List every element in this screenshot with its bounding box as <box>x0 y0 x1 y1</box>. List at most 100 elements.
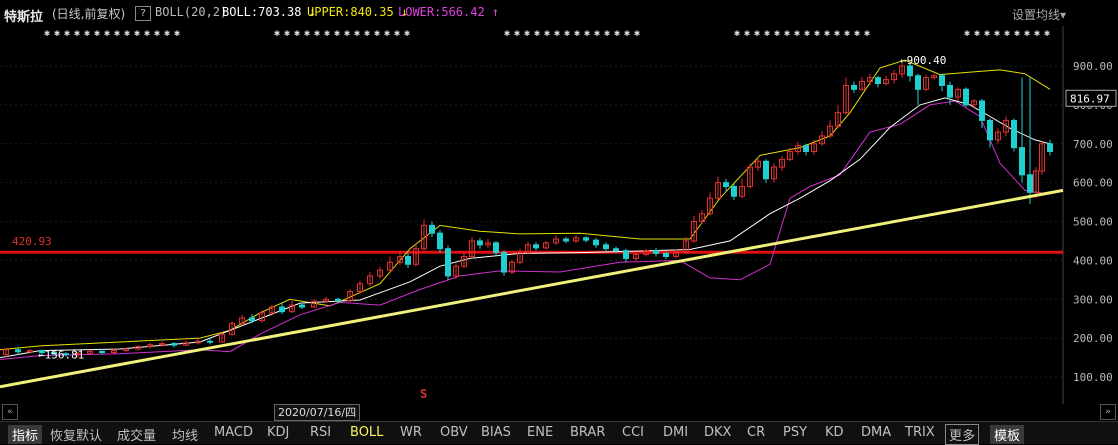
signal-marker: ✱ <box>734 28 740 39</box>
y-tick-label: 200.00 <box>1073 332 1113 345</box>
candle-body <box>803 145 809 153</box>
tab-restore[interactable]: 恢复默认 <box>50 425 102 444</box>
signal-marker: ✱ <box>834 28 840 39</box>
tab-cr[interactable]: CR <box>747 425 765 440</box>
candle-body <box>851 84 857 90</box>
candle-body <box>947 84 953 98</box>
candle-body <box>477 240 483 246</box>
tab-macd[interactable]: MACD <box>214 425 253 440</box>
signal-marker: ✱ <box>634 28 640 39</box>
tab-dkx[interactable]: DKX <box>704 425 731 440</box>
candle-body <box>335 298 341 302</box>
signal-marker: ✱ <box>504 28 510 39</box>
tab-boll[interactable]: BOLL <box>350 425 383 440</box>
signal-marker: ✱ <box>994 28 1000 39</box>
y-tick-label: 400.00 <box>1073 254 1113 267</box>
signal-marker: ✱ <box>1034 28 1040 39</box>
tab-wr[interactable]: WR <box>400 425 422 440</box>
signal-marker: ✱ <box>554 28 560 39</box>
tab-volume[interactable]: 成交量 <box>117 425 156 444</box>
signal-marker: ✱ <box>284 28 290 39</box>
signal-marker: ✱ <box>624 28 630 39</box>
candle-body <box>1011 119 1017 149</box>
candle-body <box>533 244 539 249</box>
tab-dmi[interactable]: DMI <box>663 425 688 440</box>
candle-body <box>493 242 499 254</box>
indicator-label[interactable]: BOLL(20,2) <box>155 5 227 19</box>
y-tick-label: 700.00 <box>1073 138 1113 151</box>
tab-kdj[interactable]: KDJ <box>267 425 289 440</box>
candlestick-chart[interactable]: 900.00800.00700.00600.00500.00400.00300.… <box>0 26 1118 404</box>
upper-value: UPPER:840.35 ↓ <box>307 5 409 19</box>
tab-template[interactable]: 模板 <box>990 425 1025 444</box>
signal-marker: ✱ <box>594 28 600 39</box>
candle-body <box>1047 143 1053 153</box>
scroll-right-button[interactable]: » <box>1100 404 1116 420</box>
tab-brar[interactable]: BRAR <box>570 425 605 440</box>
indicator-tab-bar: 指标 恢复默认 成交量 均线 MACD KDJ RSI BOLL WR OBV BIAS ENE BRA… <box>0 421 1118 445</box>
candle-body <box>15 349 21 353</box>
tab-bias[interactable]: BIAS <box>481 425 511 440</box>
signal-marker: ✱ <box>544 28 550 39</box>
signal-marker: ✱ <box>564 28 570 39</box>
tab-more[interactable]: 更多 <box>945 424 980 445</box>
tab-rsi[interactable]: RSI <box>310 425 331 440</box>
candle-body <box>429 224 435 234</box>
ma-settings-button[interactable]: 设置均线▾ <box>1012 6 1066 23</box>
date-scroll-bar: « 2020/07/16/四 » <box>0 404 1118 421</box>
signal-marker: ✱ <box>1044 28 1050 39</box>
candle-body <box>623 250 629 259</box>
signal-marker: ✱ <box>154 28 160 39</box>
candle-body <box>723 182 729 188</box>
boll-lower-line <box>0 100 1051 360</box>
signal-marker: ✱ <box>584 28 590 39</box>
tab-dma[interactable]: DMA <box>861 425 891 440</box>
signal-marker: ✱ <box>1024 28 1030 39</box>
candle-body <box>979 100 985 121</box>
signal-marker: ✱ <box>524 28 530 39</box>
candle-body <box>299 304 305 308</box>
sell-marker: S <box>420 387 427 401</box>
hline-label: 420.93 <box>12 235 52 248</box>
tab-cci[interactable]: CCI <box>622 425 644 440</box>
scroll-left-button[interactable]: « <box>2 404 18 420</box>
signal-marker: ✱ <box>364 28 370 39</box>
candle-body <box>501 252 507 273</box>
signal-marker: ✱ <box>404 28 410 39</box>
tab-ma[interactable]: 均线 <box>172 425 198 444</box>
tab-zhibiao[interactable]: 指标 <box>8 425 43 444</box>
signal-marker: ✱ <box>334 28 340 39</box>
signal-marker: ✱ <box>1014 28 1020 39</box>
tab-psy[interactable]: PSY <box>783 425 807 440</box>
signal-marker: ✱ <box>784 28 790 39</box>
tab-kd[interactable]: KD <box>825 425 844 440</box>
tab-obv[interactable]: OBV <box>440 425 468 440</box>
tab-ene[interactable]: ENE <box>527 425 553 440</box>
signal-marker: ✱ <box>54 28 60 39</box>
signal-marker: ✱ <box>124 28 130 39</box>
signal-marker: ✱ <box>144 28 150 39</box>
signal-marker: ✱ <box>804 28 810 39</box>
signal-marker: ✱ <box>814 28 820 39</box>
signal-marker: ✱ <box>164 28 170 39</box>
candle-body <box>763 160 769 180</box>
candle-body <box>249 317 255 322</box>
signal-marker: ✱ <box>1004 28 1010 39</box>
signal-marker: ✱ <box>574 28 580 39</box>
candle-body <box>731 186 737 197</box>
signal-marker: ✱ <box>114 28 120 39</box>
chart-header: 特斯拉 (日线,前复权) ? BOLL(20,2) BOLL:703.38 ↓ … <box>0 0 1118 26</box>
signal-marker: ✱ <box>394 28 400 39</box>
signal-marker: ✱ <box>854 28 860 39</box>
y-tick-label: 900.00 <box>1073 60 1113 73</box>
boll-value: BOLL:703.38 ↓ <box>222 5 316 19</box>
signal-marker: ✱ <box>764 28 770 39</box>
signal-marker: ✱ <box>354 28 360 39</box>
security-name[interactable]: 特斯拉 <box>4 6 43 25</box>
help-button[interactable]: ? <box>135 6 151 21</box>
signal-marker: ✱ <box>964 28 970 39</box>
candle-body <box>653 250 659 254</box>
y-tick-label: 500.00 <box>1073 216 1113 229</box>
tab-trix[interactable]: TRIX <box>905 425 935 440</box>
lower-value: LOWER:566.42 ↑ <box>398 5 500 19</box>
